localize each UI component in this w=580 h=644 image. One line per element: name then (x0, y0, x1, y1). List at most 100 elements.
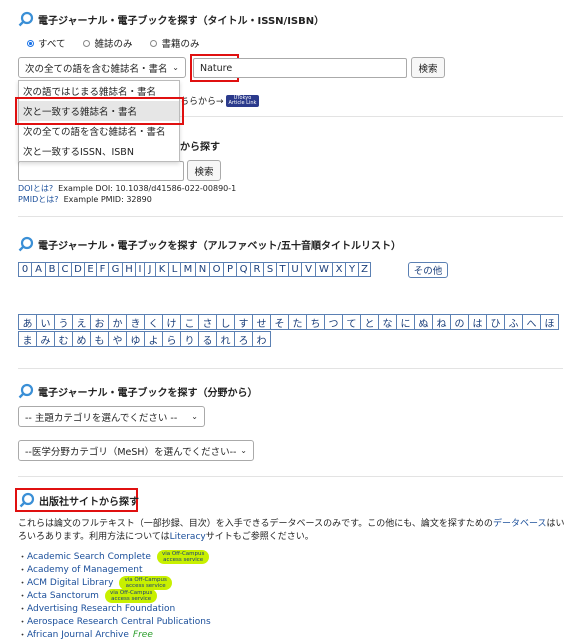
doi-help-link[interactable]: DOIとは? (18, 184, 53, 193)
alphabet-letter-link[interactable]: N (195, 262, 210, 277)
kana-link[interactable]: ろ (234, 331, 253, 347)
alphabet-letter-link[interactable]: P (223, 262, 237, 277)
kana-link[interactable]: お (90, 314, 109, 330)
kana-link[interactable]: ふ (504, 314, 523, 330)
radio-books[interactable] (150, 39, 158, 47)
alphabet-letter-link[interactable]: G (108, 262, 123, 277)
desc-text-4: サイトもご参照ください。 (205, 532, 314, 542)
off-campus-badge[interactable]: via Off-Campus access service (119, 575, 172, 590)
kana-link[interactable]: く (144, 314, 163, 330)
kana-link[interactable]: な (378, 314, 397, 330)
doi-input[interactable] (18, 161, 184, 181)
chevron-down-icon: ⌄ (240, 446, 247, 455)
alphabet-letter-link[interactable]: W (315, 262, 333, 277)
alphabet-letter-link[interactable]: X (332, 262, 346, 277)
alphabet-letter-link[interactable]: U (288, 262, 302, 277)
kana-link[interactable]: し (216, 314, 235, 330)
kana-link[interactable]: え (72, 314, 91, 330)
kana-link[interactable]: み (36, 331, 55, 347)
kana-link[interactable]: ら (162, 331, 181, 347)
kana-link[interactable]: ゆ (126, 331, 145, 347)
kana-link[interactable]: は (468, 314, 487, 330)
database-list: ・ Academic Search Complete via Off-Campus a… (18, 549, 211, 641)
kana-link[interactable]: き (126, 314, 145, 330)
kana-link[interactable]: あ (18, 314, 37, 330)
kana-link[interactable]: ほ (540, 314, 559, 330)
kana-link[interactable]: い (36, 314, 55, 330)
database-link[interactable]: Aerospace Research Central Publications (27, 617, 211, 627)
radio-journals[interactable] (83, 39, 91, 47)
database-link[interactable]: African Journal Archive (27, 630, 129, 640)
kana-link[interactable]: か (108, 314, 127, 330)
kana-link[interactable]: た (288, 314, 307, 330)
kana-link[interactable]: も (90, 331, 109, 347)
kana-link[interactable]: さ (198, 314, 217, 330)
kana-link[interactable]: ね (432, 314, 451, 330)
kana-link[interactable]: の (450, 314, 469, 330)
utokyo-logo-line2: Article Link (228, 99, 257, 106)
title-search-input[interactable]: Nature (193, 58, 407, 78)
dropdown-option-issn[interactable]: 次と一致するISSN、ISBN (19, 141, 179, 161)
literacy-link[interactable]: Literacy (170, 532, 206, 542)
kana-link[interactable]: つ (324, 314, 343, 330)
alphabet-letter-link[interactable]: S (263, 262, 277, 277)
kana-link[interactable]: む (54, 331, 73, 347)
alphabet-letter-link[interactable]: A (31, 262, 46, 277)
radio-all[interactable] (27, 39, 34, 47)
kana-link[interactable]: れ (216, 331, 235, 347)
kana-link[interactable]: せ (252, 314, 271, 330)
kana-link[interactable]: に (396, 314, 415, 330)
kana-link[interactable]: す (234, 314, 253, 330)
database-link[interactable]: Academy of Management (27, 565, 143, 575)
subject-category-select[interactable]: -- 主題カテゴリを選んでください -- ⌄ (18, 406, 205, 427)
utokyo-article-link-logo[interactable]: UTokyo Article Link (225, 94, 260, 107)
alphabet-letter-link[interactable]: Q (236, 262, 251, 277)
kana-link[interactable]: る (198, 331, 217, 347)
off-campus-badge[interactable]: via Off-Campus access service (104, 588, 158, 603)
kana-link[interactable]: け (162, 314, 181, 330)
kana-link[interactable]: め (72, 331, 91, 347)
mesh-category-select[interactable]: --医学分野カテゴリ（MeSH）を選んでください-- ⌄ (18, 440, 254, 461)
alphabet-letter-link[interactable]: O (209, 262, 224, 277)
kana-link[interactable]: と (360, 314, 379, 330)
database-link[interactable]: データベース (493, 519, 547, 529)
title-search-button[interactable]: 検索 (411, 57, 445, 78)
kana-link[interactable]: ま (18, 331, 37, 347)
kana-link[interactable]: て (342, 314, 361, 330)
database-link[interactable]: Acta Sanctorum (27, 591, 99, 601)
kana-link[interactable]: わ (252, 331, 271, 347)
alphabet-letter-link[interactable]: H (122, 262, 136, 277)
alphabet-letter-link[interactable]: M (180, 262, 196, 277)
kana-link[interactable]: へ (522, 314, 541, 330)
off-campus-badge[interactable]: via Off-Campus access service (156, 549, 210, 564)
alphabet-other-button[interactable]: その他 (408, 262, 448, 278)
kana-link[interactable]: そ (270, 314, 289, 330)
alphabet-letter-link[interactable]: Y (345, 262, 359, 277)
alphabet-letter-link[interactable]: C (58, 262, 72, 277)
kana-link[interactable]: や (108, 331, 127, 347)
alphabet-letter-link[interactable]: K (155, 262, 169, 277)
alphabet-letter-link[interactable]: D (71, 262, 85, 277)
alphabet-letter-link[interactable]: B (45, 262, 59, 277)
database-link[interactable]: Advertising Research Foundation (27, 604, 175, 614)
kana-link[interactable]: ち (306, 314, 325, 330)
search-icon (18, 11, 34, 27)
radio-journals-label: 雑誌のみ (94, 39, 133, 50)
kana-link[interactable]: ひ (486, 314, 505, 330)
match-type-select[interactable]: 次の全ての語を含む雑誌名・書名 ⌄ (18, 57, 186, 78)
utokyo-link-row: ちらから→ UTokyo Article Link (180, 94, 260, 107)
alphabet-letter-link[interactable]: 0 (18, 262, 32, 277)
alphabet-letter-link[interactable]: Z (358, 262, 371, 277)
doi-search-button[interactable]: 検索 (187, 160, 221, 181)
kana-link[interactable]: こ (180, 314, 199, 330)
database-link[interactable]: Academic Search Complete (27, 552, 151, 562)
match-type-select-value: 次の全ての語を含む雑誌名・書名 (25, 63, 168, 75)
kana-link[interactable]: う (54, 314, 73, 330)
pmid-help-link[interactable]: PMIDとは? (18, 195, 59, 204)
alphabet-letter-link[interactable]: V (301, 262, 316, 277)
kana-link[interactable]: ぬ (414, 314, 433, 330)
kana-link[interactable]: よ (144, 331, 163, 347)
database-link[interactable]: ACM Digital Library (27, 578, 113, 588)
kana-link[interactable]: り (180, 331, 199, 347)
alphabet-letter-link[interactable]: R (250, 262, 264, 277)
